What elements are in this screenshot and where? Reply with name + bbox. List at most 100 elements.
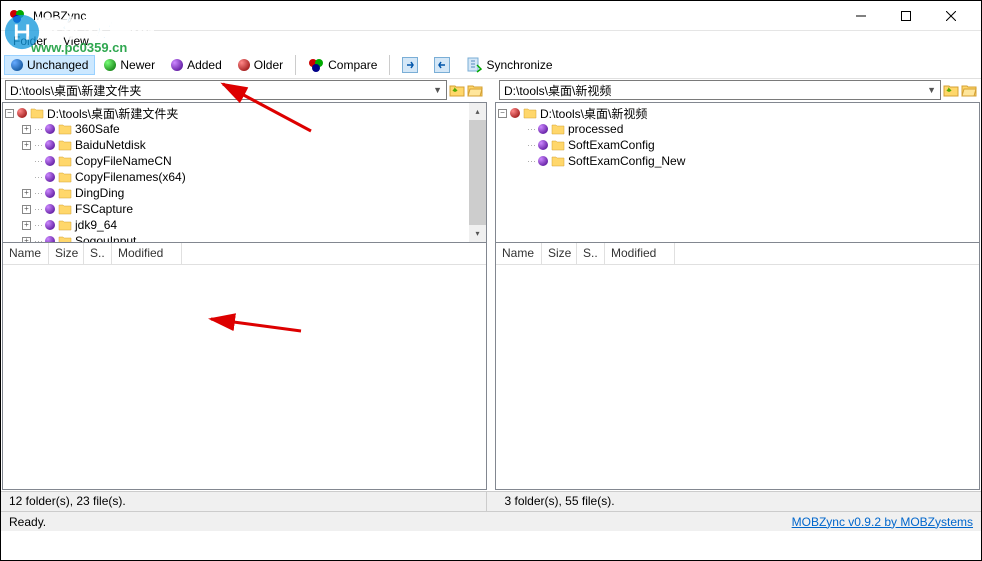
left-tree[interactable]: −D:\tools\桌面\新建文件夹+⋯360Safe+⋯BaiduNetdis… bbox=[3, 103, 486, 243]
col-s[interactable]: S.. bbox=[577, 243, 605, 264]
scroll-up-icon[interactable]: ▴ bbox=[469, 103, 486, 120]
scroll-down-icon[interactable]: ▾ bbox=[469, 225, 486, 242]
folder-open-icon[interactable] bbox=[467, 83, 483, 97]
left-path-input[interactable]: D:\tools\桌面\新建文件夹▼ bbox=[5, 80, 447, 100]
left-pathbar: D:\tools\桌面\新建文件夹▼ bbox=[1, 79, 487, 101]
synchronize-button[interactable]: Synchronize bbox=[459, 54, 559, 76]
right-pathbar: D:\tools\桌面\新视频▼ bbox=[495, 79, 981, 101]
tree-item[interactable]: +⋯SogouInput bbox=[5, 233, 484, 243]
col-name[interactable]: Name bbox=[496, 243, 542, 264]
path-dropdown-icon[interactable]: ▼ bbox=[433, 85, 442, 95]
tree-item[interactable]: ⋯SoftExamConfig bbox=[498, 137, 977, 153]
toolbar: Unchanged Newer Added Older Compare Sync… bbox=[1, 51, 981, 79]
ball-purple-icon bbox=[45, 140, 55, 150]
version-link[interactable]: MOBZync v0.9.2 by MOBZystems bbox=[792, 515, 973, 529]
tree-item[interactable]: +⋯FSCapture bbox=[5, 201, 484, 217]
ball-blue-icon bbox=[11, 59, 23, 71]
compare-icon bbox=[308, 58, 324, 72]
ball-purple-icon bbox=[45, 236, 55, 243]
left-pane: −D:\tools\桌面\新建文件夹+⋯360Safe+⋯BaiduNetdis… bbox=[2, 102, 487, 490]
tree-expander-icon[interactable]: + bbox=[22, 221, 31, 230]
ball-red-icon bbox=[238, 59, 250, 71]
arrow-left-icon bbox=[434, 57, 450, 73]
tree-item[interactable]: +⋯BaiduNetdisk bbox=[5, 137, 484, 153]
folder-up-icon[interactable] bbox=[449, 83, 465, 97]
col-name[interactable]: Name bbox=[3, 243, 49, 264]
titlebar: MOBZync bbox=[1, 1, 981, 31]
unchanged-button[interactable]: Unchanged bbox=[4, 55, 95, 75]
sync-icon bbox=[466, 57, 482, 73]
scroll-thumb[interactable] bbox=[469, 120, 486, 225]
tree-item[interactable]: ⋯CopyFileNameCN bbox=[5, 153, 484, 169]
menu-view[interactable]: View bbox=[55, 32, 97, 50]
ball-purple-icon bbox=[45, 204, 55, 214]
ball-purple-icon bbox=[538, 156, 548, 166]
ball-purple-icon bbox=[45, 156, 55, 166]
added-button[interactable]: Added bbox=[164, 55, 229, 75]
close-button[interactable] bbox=[928, 1, 973, 30]
pathbars: D:\tools\桌面\新建文件夹▼ D:\tools\桌面\新视频▼ bbox=[1, 79, 981, 101]
col-size[interactable]: Size bbox=[542, 243, 577, 264]
folder-status-bar: 12 folder(s), 23 file(s). 3 folder(s), 5… bbox=[1, 491, 981, 511]
tree-item[interactable]: +⋯jdk9_64 bbox=[5, 217, 484, 233]
col-s[interactable]: S.. bbox=[84, 243, 112, 264]
ball-purple-icon bbox=[538, 124, 548, 134]
list-header: Name Size S.. Modified bbox=[496, 243, 979, 265]
col-modified[interactable]: Modified bbox=[605, 243, 675, 264]
tree-item[interactable]: ⋯CopyFilenames(x64) bbox=[5, 169, 484, 185]
col-size[interactable]: Size bbox=[49, 243, 84, 264]
compare-button[interactable]: Compare bbox=[301, 55, 384, 75]
tree-expander-icon[interactable]: + bbox=[22, 189, 31, 198]
ball-purple-icon bbox=[171, 59, 183, 71]
left-status: 12 folder(s), 23 file(s). bbox=[1, 492, 487, 511]
right-list[interactable]: Name Size S.. Modified bbox=[496, 243, 979, 489]
ball-red-icon bbox=[17, 108, 27, 118]
right-pane: −D:\tools\桌面\新视频⋯processed⋯SoftExamConfi… bbox=[495, 102, 980, 490]
older-button[interactable]: Older bbox=[231, 55, 290, 75]
toolbar-separator bbox=[295, 55, 296, 75]
ball-red-icon bbox=[510, 108, 520, 118]
tree-expander-icon[interactable]: − bbox=[5, 109, 14, 118]
ball-green-icon bbox=[104, 59, 116, 71]
col-modified[interactable]: Modified bbox=[112, 243, 182, 264]
tree-expander-icon[interactable]: + bbox=[22, 141, 31, 150]
folder-open-icon[interactable] bbox=[961, 83, 977, 97]
copy-left-button[interactable] bbox=[427, 54, 457, 76]
status-ready: Ready. bbox=[9, 515, 46, 529]
tree-expander-icon[interactable]: + bbox=[22, 205, 31, 214]
path-dropdown-icon[interactable]: ▼ bbox=[927, 85, 936, 95]
tree-root[interactable]: −D:\tools\桌面\新视频 bbox=[498, 105, 977, 121]
ball-purple-icon bbox=[45, 220, 55, 230]
right-tree[interactable]: −D:\tools\桌面\新视频⋯processed⋯SoftExamConfi… bbox=[496, 103, 979, 243]
newer-button[interactable]: Newer bbox=[97, 55, 162, 75]
window-title: MOBZync bbox=[33, 9, 838, 23]
app-status-bar: Ready. MOBZync v0.9.2 by MOBZystems bbox=[1, 511, 981, 531]
left-list[interactable]: Name Size S.. Modified bbox=[3, 243, 486, 489]
copy-right-button[interactable] bbox=[395, 54, 425, 76]
tree-expander-icon[interactable]: + bbox=[22, 125, 31, 134]
toolbar-separator bbox=[389, 55, 390, 75]
main-split: −D:\tools\桌面\新建文件夹+⋯360Safe+⋯BaiduNetdis… bbox=[1, 101, 981, 491]
menu-folder[interactable]: Folder bbox=[5, 32, 55, 50]
tree-root[interactable]: −D:\tools\桌面\新建文件夹 bbox=[5, 105, 484, 121]
maximize-button[interactable] bbox=[883, 1, 928, 30]
ball-purple-icon bbox=[45, 172, 55, 182]
menubar: Folder View bbox=[1, 31, 981, 51]
ball-purple-icon bbox=[45, 188, 55, 198]
ball-purple-icon bbox=[538, 140, 548, 150]
tree-item[interactable]: ⋯SoftExamConfig_New bbox=[498, 153, 977, 169]
list-header: Name Size S.. Modified bbox=[3, 243, 486, 265]
scrollbar-vertical[interactable]: ▴ ▾ bbox=[469, 103, 486, 242]
ball-purple-icon bbox=[45, 124, 55, 134]
right-status: 3 folder(s), 55 file(s). bbox=[497, 492, 982, 511]
tree-expander-icon[interactable]: − bbox=[498, 109, 507, 118]
arrow-right-icon bbox=[402, 57, 418, 73]
folder-up-icon[interactable] bbox=[943, 83, 959, 97]
tree-item[interactable]: ⋯processed bbox=[498, 121, 977, 137]
right-path-input[interactable]: D:\tools\桌面\新视频▼ bbox=[499, 80, 941, 100]
minimize-button[interactable] bbox=[838, 1, 883, 30]
app-icon bbox=[9, 8, 25, 24]
tree-item[interactable]: +⋯360Safe bbox=[5, 121, 484, 137]
tree-expander-icon[interactable]: + bbox=[22, 237, 31, 244]
tree-item[interactable]: +⋯DingDing bbox=[5, 185, 484, 201]
